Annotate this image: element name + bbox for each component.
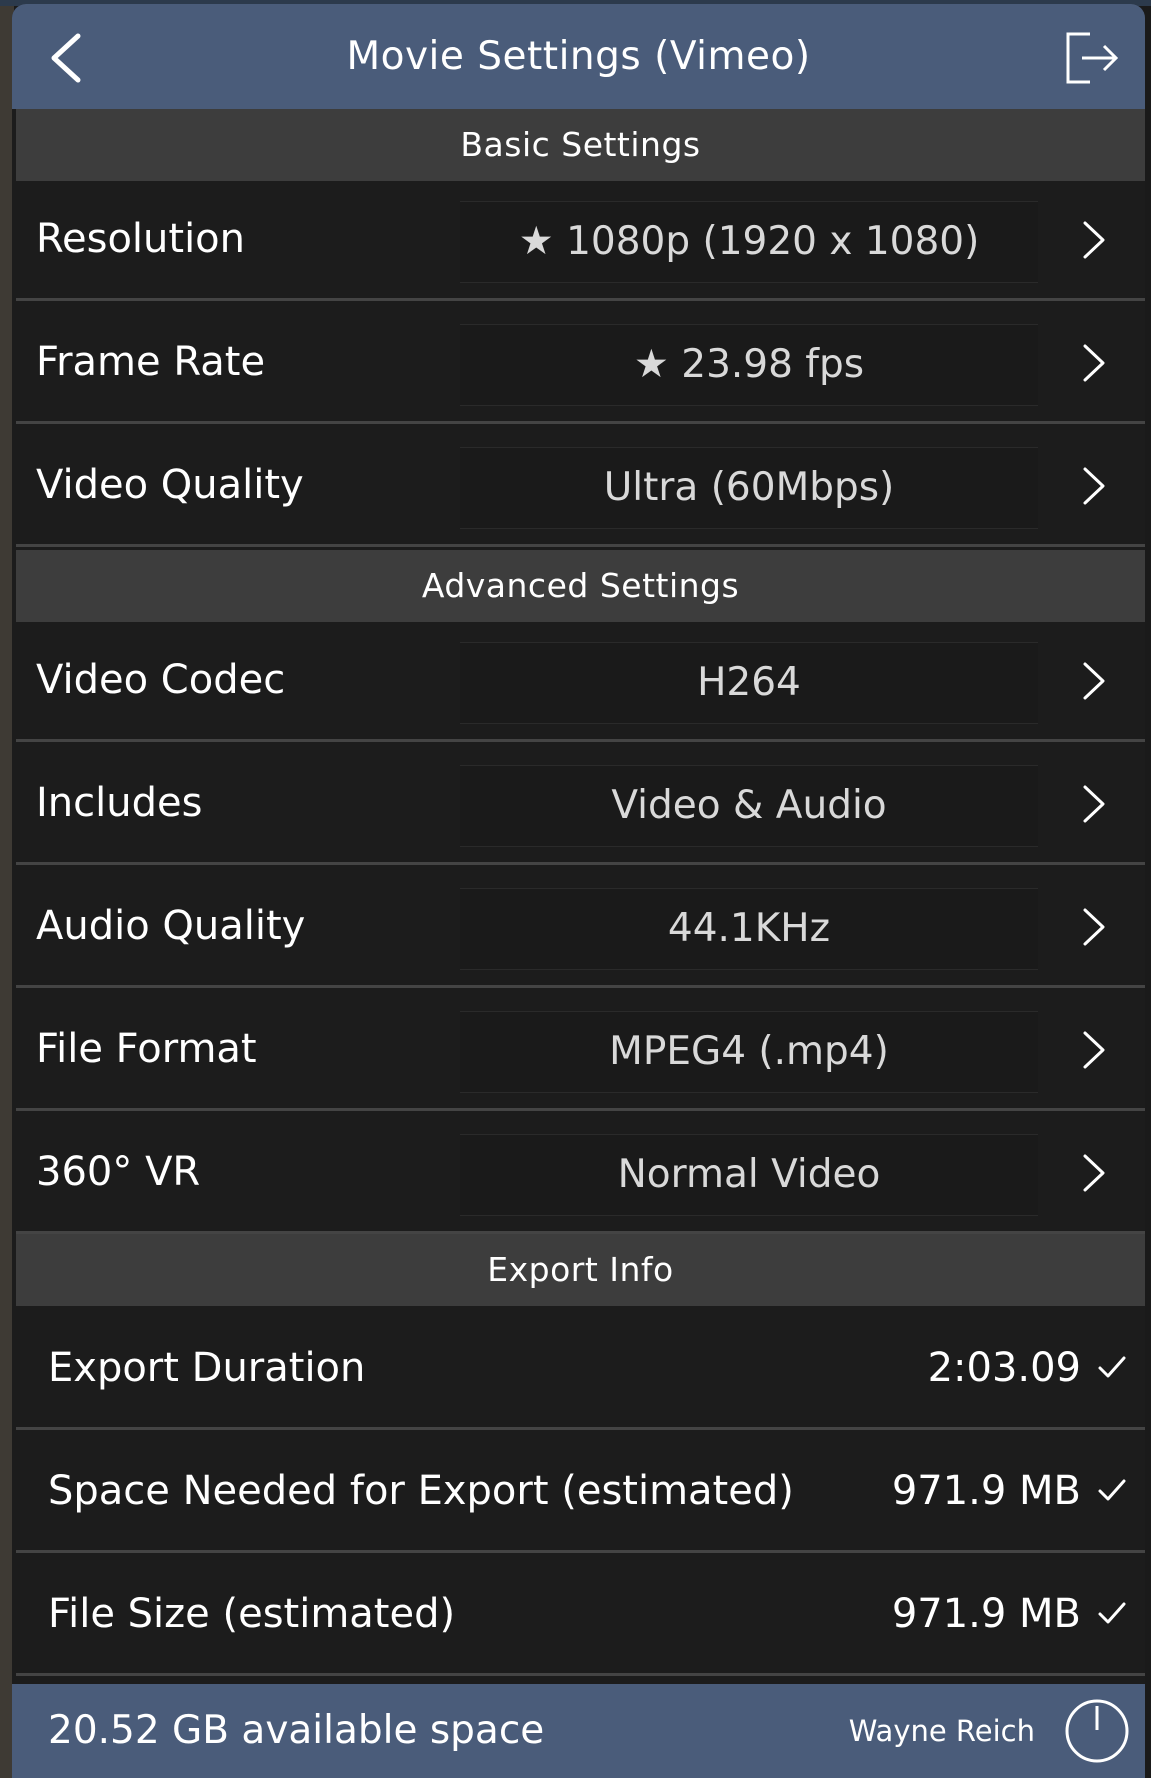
row-audio-quality[interactable]: Audio Quality 44.1KHz: [16, 868, 1145, 988]
chevron-right-icon: [1083, 785, 1105, 823]
row-value-box: MPEG4 (.mp4): [460, 1011, 1038, 1093]
chevron-right-icon: [1083, 467, 1105, 505]
row-value: Ultra (60Mbps): [603, 465, 895, 510]
row-value-box: ★ 1080p (1920 x 1080): [460, 201, 1038, 283]
row-includes[interactable]: Includes Video & Audio: [16, 745, 1145, 865]
row-value-box: Ultra (60Mbps): [460, 447, 1038, 529]
movie-settings-panel: Movie Settings (Vimeo) Basic Settings Re…: [12, 4, 1145, 1778]
footer-bar: 20.52 GB available space Wayne Reich: [12, 1684, 1145, 1778]
user-name: Wayne Reich: [848, 1714, 1035, 1748]
power-button[interactable]: [1064, 1698, 1130, 1764]
chevron-right-icon: [1083, 662, 1105, 700]
checkmark-icon: [1098, 1479, 1126, 1501]
row-value: 44.1KHz: [667, 906, 831, 951]
header-bar: Movie Settings (Vimeo): [12, 4, 1145, 109]
info-label: Space Needed for Export (estimated): [48, 1468, 794, 1514]
row-value-box: 44.1KHz: [460, 888, 1038, 970]
row-export-duration: Export Duration 2:03.09: [16, 1310, 1145, 1430]
row-label: Video Quality: [36, 462, 304, 508]
row-value-box: Video & Audio: [460, 765, 1038, 847]
info-value: 971.9 MB: [891, 1468, 1081, 1514]
checkmark-icon: [1098, 1356, 1126, 1378]
star-icon: ★: [518, 219, 554, 264]
chevron-right-icon: [1083, 908, 1105, 946]
section-header-export-info: Export Info: [16, 1234, 1145, 1306]
row-resolution[interactable]: Resolution ★ 1080p (1920 x 1080): [16, 181, 1145, 301]
chevron-right-icon: [1083, 1031, 1105, 1069]
chevron-right-icon: [1083, 221, 1105, 259]
section-header-advanced: Advanced Settings: [16, 550, 1145, 622]
page-title: Movie Settings (Vimeo): [346, 34, 811, 79]
export-icon: [1066, 32, 1119, 84]
info-label: Export Duration: [48, 1345, 366, 1391]
row-value: MPEG4 (.mp4): [609, 1029, 889, 1074]
info-value: 971.9 MB: [891, 1591, 1081, 1637]
row-frame-rate[interactable]: Frame Rate ★ 23.98 fps: [16, 304, 1145, 424]
info-label: File Size (estimated): [48, 1591, 456, 1637]
export-button[interactable]: [1060, 28, 1120, 88]
row-file-format[interactable]: File Format MPEG4 (.mp4): [16, 991, 1145, 1111]
section-header-basic: Basic Settings: [16, 109, 1145, 181]
row-value-box: H264: [460, 642, 1038, 724]
row-space-needed: Space Needed for Export (estimated) 971.…: [16, 1433, 1145, 1553]
row-label: 360° VR: [36, 1149, 201, 1195]
available-space-text: 20.52 GB available space: [48, 1708, 545, 1753]
back-button[interactable]: [42, 30, 92, 86]
row-label: Audio Quality: [36, 903, 306, 949]
row-label: Resolution: [36, 216, 246, 262]
row-label: File Format: [36, 1026, 257, 1072]
info-value: 2:03.09: [927, 1345, 1081, 1391]
row-value: ★ 1080p (1920 x 1080): [518, 219, 980, 264]
row-value: Video & Audio: [611, 783, 887, 828]
row-label: Includes: [36, 780, 203, 826]
row-label: Video Codec: [36, 657, 286, 703]
row-value: H264: [697, 660, 801, 705]
checkmark-icon: [1098, 1602, 1126, 1624]
row-video-codec[interactable]: Video Codec H264: [16, 622, 1145, 742]
row-value-box: ★ 23.98 fps: [460, 324, 1038, 406]
row-value-box: Normal Video: [460, 1134, 1038, 1216]
row-label: Frame Rate: [36, 339, 266, 385]
row-value: Normal Video: [617, 1152, 881, 1197]
row-video-quality[interactable]: Video Quality Ultra (60Mbps): [16, 427, 1145, 547]
chevron-right-icon: [1083, 344, 1105, 382]
chevron-left-icon: [51, 33, 81, 83]
star-icon: ★: [633, 342, 669, 387]
chevron-right-icon: [1083, 1154, 1105, 1192]
row-file-size: File Size (estimated) 971.9 MB: [16, 1556, 1145, 1676]
row-360-vr[interactable]: 360° VR Normal Video: [16, 1114, 1145, 1234]
row-value: ★ 23.98 fps: [633, 342, 865, 387]
power-icon: [1065, 1699, 1129, 1763]
